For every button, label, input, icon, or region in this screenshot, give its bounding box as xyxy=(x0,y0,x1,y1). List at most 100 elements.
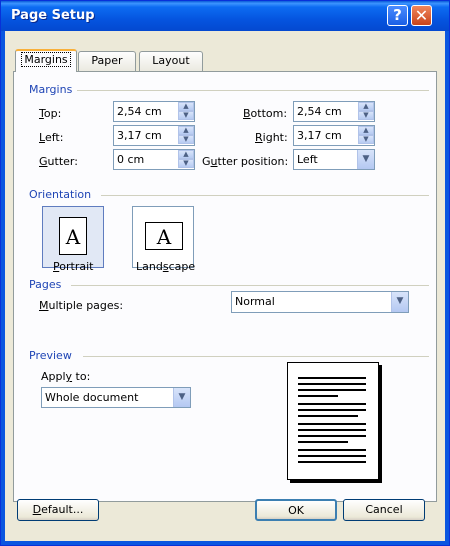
preview-text-line xyxy=(298,435,366,437)
landscape-label[interactable]: Landscape xyxy=(136,260,195,273)
landscape-label-pre: Land xyxy=(136,260,163,273)
gutter-label-rest: utter: xyxy=(47,155,78,168)
dialog-title: Page Setup xyxy=(11,8,95,23)
multiple-pages-dropdown[interactable]: Normal ▼ xyxy=(231,291,409,313)
tab-layout[interactable]: Layout xyxy=(139,51,203,71)
default-button-key: D xyxy=(32,503,42,516)
landscape-label-rest: cape xyxy=(168,260,196,273)
preview-text-line xyxy=(298,429,366,431)
right-label: Right: xyxy=(255,131,288,144)
preview-text-line xyxy=(298,423,366,425)
chevron-down-icon[interactable]: ▼ xyxy=(391,292,408,312)
portrait-page-icon: A xyxy=(59,217,87,255)
bottom-margin-value: 2,54 cm xyxy=(297,105,342,118)
apply-to-label-pre: Appl xyxy=(41,370,66,383)
chevron-down-icon[interactable]: ▼ xyxy=(357,150,374,169)
apply-to-label: Apply to: xyxy=(41,370,90,383)
portrait-option[interactable]: A xyxy=(42,206,104,268)
gutter-position-label-key: u xyxy=(210,155,218,168)
gutter-position-dropdown[interactable]: Left ▼ xyxy=(293,149,375,170)
top-label-rest: op: xyxy=(43,107,62,120)
gutter-spinner[interactable]: 0 cm ▲ ▼ xyxy=(113,149,195,170)
preview-text-line xyxy=(298,383,366,385)
tab-layout-label: Layout xyxy=(152,54,190,67)
tab-margins-label: Margins xyxy=(21,52,71,67)
preview-text-line xyxy=(298,455,366,457)
help-button[interactable]: ? xyxy=(387,5,408,26)
apply-to-dropdown[interactable]: Whole document ▼ xyxy=(41,387,191,408)
portrait-label[interactable]: Portrait xyxy=(53,260,93,273)
preview-text-line xyxy=(298,415,358,417)
gutter-position-value: Left xyxy=(297,153,318,166)
ok-button[interactable]: OK xyxy=(255,499,337,521)
landscape-page-icon: A xyxy=(145,222,183,250)
spin-down-icon[interactable]: ▼ xyxy=(178,159,194,168)
gutter-value: 0 cm xyxy=(117,153,145,166)
preview-separator xyxy=(83,356,429,357)
preview-text-line xyxy=(298,377,366,379)
bottom-label-rest: ottom: xyxy=(250,107,288,120)
top-margin-spinner[interactable]: 2,54 cm ▲ ▼ xyxy=(113,101,195,122)
portrait-label-rest: ortrait xyxy=(59,260,94,273)
gutter-position-label: Gutter position: xyxy=(202,155,288,168)
margins-section-label: Margins xyxy=(29,83,73,96)
dialog-client: Margins Paper Layout Margins Top: 2,54 c… xyxy=(5,31,445,541)
tab-paper[interactable]: Paper xyxy=(78,51,136,71)
preview-text-line xyxy=(298,449,366,451)
preview-text-line xyxy=(298,403,366,405)
cancel-button[interactable]: Cancel xyxy=(343,499,425,521)
default-button[interactable]: Default... xyxy=(17,499,99,521)
gutter-label: Gutter: xyxy=(39,155,78,168)
left-margin-spinner[interactable]: 3,17 cm ▲ ▼ xyxy=(113,125,195,146)
spin-up-icon[interactable]: ▲ xyxy=(358,102,374,111)
gutter-position-label-rest: tter position: xyxy=(217,155,289,168)
left-label: Left: xyxy=(39,131,63,144)
preview-text-line xyxy=(298,389,366,391)
page-setup-dialog: Page Setup ? ✕ Margins Paper Layout Marg… xyxy=(0,0,450,546)
pages-separator xyxy=(71,285,429,286)
apply-to-label-rest: to: xyxy=(72,370,91,383)
left-spin-buttons[interactable]: ▲ ▼ xyxy=(178,126,194,145)
gutter-spin-buttons[interactable]: ▲ ▼ xyxy=(178,150,194,169)
right-label-rest: ight: xyxy=(262,131,288,144)
top-margin-value: 2,54 cm xyxy=(117,105,162,118)
margins-separator xyxy=(77,90,429,91)
bottom-label: Bottom: xyxy=(243,107,287,120)
preview-text-line xyxy=(298,441,348,443)
bottom-margin-spinner[interactable]: 2,54 cm ▲ ▼ xyxy=(293,101,375,122)
multiple-pages-label: Multiple pages: xyxy=(39,299,123,312)
tab-paper-label: Paper xyxy=(91,54,123,67)
default-button-label: efault... xyxy=(41,503,84,516)
orientation-section-label: Orientation xyxy=(29,188,92,201)
gutter-label-key: G xyxy=(39,155,48,168)
spin-down-icon[interactable]: ▼ xyxy=(178,111,194,120)
spin-up-icon[interactable]: ▲ xyxy=(358,126,374,135)
preview-section-label: Preview xyxy=(29,349,72,362)
left-margin-value: 3,17 cm xyxy=(117,129,162,142)
title-bar[interactable]: Page Setup ? ✕ xyxy=(1,1,449,31)
spin-up-icon[interactable]: ▲ xyxy=(178,102,194,111)
spin-down-icon[interactable]: ▼ xyxy=(178,135,194,144)
landscape-option[interactable]: A xyxy=(132,206,194,268)
left-label-rest: eft: xyxy=(44,131,64,144)
close-button[interactable]: ✕ xyxy=(411,5,432,26)
multiple-pages-value: Normal xyxy=(235,295,275,308)
spin-up-icon[interactable]: ▲ xyxy=(178,126,194,135)
gutter-position-label-pre: G xyxy=(202,155,211,168)
spin-up-icon[interactable]: ▲ xyxy=(178,150,194,159)
chevron-down-icon[interactable]: ▼ xyxy=(173,388,190,407)
orientation-separator xyxy=(101,195,429,196)
tab-margins[interactable]: Margins xyxy=(15,49,77,72)
right-margin-spinner[interactable]: 3,17 cm ▲ ▼ xyxy=(293,125,375,146)
spin-down-icon[interactable]: ▼ xyxy=(358,135,374,144)
multiple-pages-label-key: M xyxy=(39,299,49,312)
pages-section-label: Pages xyxy=(29,278,62,291)
right-spin-buttons[interactable]: ▲ ▼ xyxy=(358,126,374,145)
top-spin-buttons[interactable]: ▲ ▼ xyxy=(178,102,194,121)
spin-down-icon[interactable]: ▼ xyxy=(358,111,374,120)
bottom-spin-buttons[interactable]: ▲ ▼ xyxy=(358,102,374,121)
preview-text-line xyxy=(298,461,366,463)
right-margin-value: 3,17 cm xyxy=(297,129,342,142)
bottom-label-key: B xyxy=(243,107,251,120)
apply-to-value: Whole document xyxy=(45,391,139,404)
